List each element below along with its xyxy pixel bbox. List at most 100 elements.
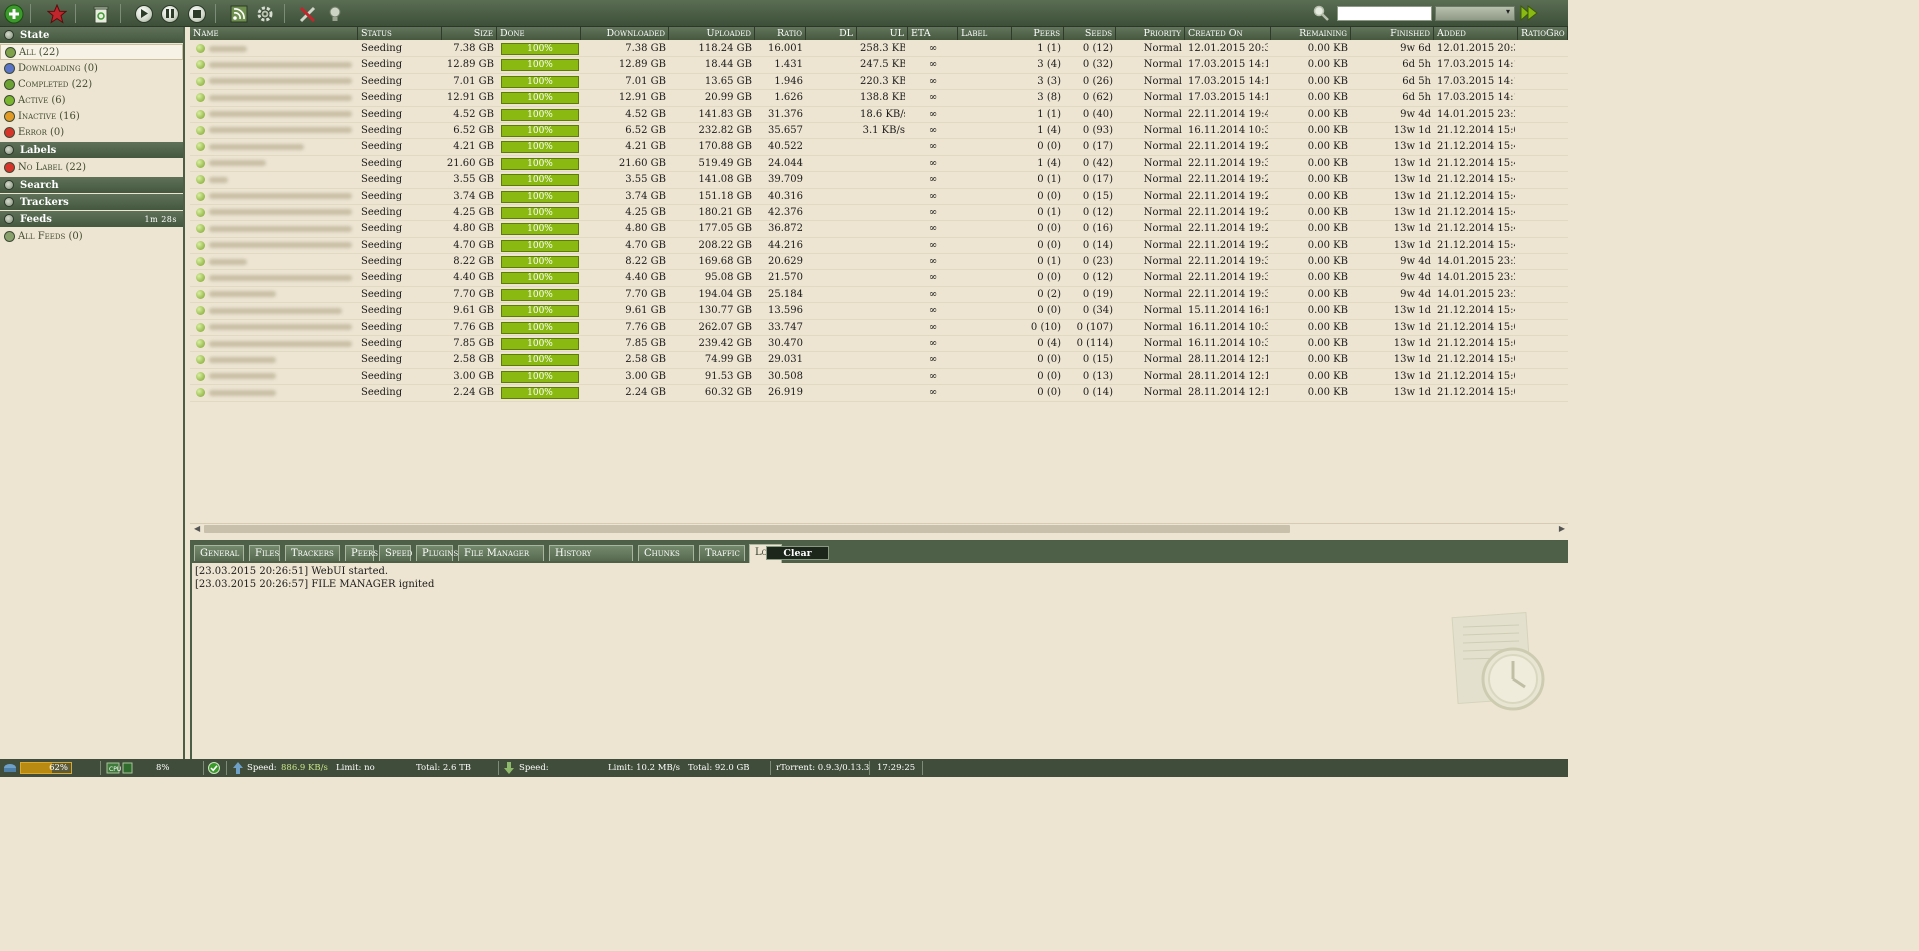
table-row[interactable]: Seeding 4.25 GB 100% 4.25 GB 180.21 GB 42.376… xyxy=(190,205,1568,222)
cell-downloaded: 4.70 GB xyxy=(625,239,666,251)
tab-general[interactable]: General xyxy=(194,545,244,561)
cell-size: 7.01 GB xyxy=(453,75,494,87)
tab-trackers[interactable]: Trackers xyxy=(285,545,340,561)
scroll-right-icon[interactable]: ▶ xyxy=(1559,524,1565,533)
column-header-added[interactable]: Added xyxy=(1434,27,1518,40)
cell-eta: ∞ xyxy=(928,92,938,104)
table-row[interactable]: Seeding 21.60 GB 100% 21.60 GB 519.49 GB 24.0… xyxy=(190,156,1568,173)
stop-button[interactable] xyxy=(186,3,207,24)
tab-history[interactable]: History xyxy=(549,545,633,561)
label-item-0[interactable]: No Label (22) xyxy=(0,159,183,175)
column-header-name[interactable]: Name xyxy=(190,27,358,40)
settings-button[interactable] xyxy=(254,3,275,24)
start-button[interactable] xyxy=(133,3,154,24)
cell-status: Seeding xyxy=(361,288,403,300)
cell-peers: 1 (4) xyxy=(1037,124,1061,136)
add-torrent-button[interactable] xyxy=(3,3,24,24)
clear-log-button[interactable]: Clear xyxy=(766,546,829,560)
state-item-2[interactable]: Completed (22) xyxy=(0,76,183,92)
table-row[interactable]: Seeding 4.70 GB 100% 4.70 GB 208.22 GB 44.216… xyxy=(190,238,1568,255)
column-header-remaining[interactable]: Remaining xyxy=(1271,27,1351,40)
table-row[interactable]: Seeding 6.52 GB 100% 6.52 GB 232.82 GB 35.657… xyxy=(190,123,1568,140)
state-item-5[interactable]: Error (0) xyxy=(0,124,183,140)
table-row[interactable]: Seeding 7.38 GB 100% 7.38 GB 118.24 GB 16.001… xyxy=(190,41,1568,58)
download-limit[interactable]: Limit: 10.2 MB/s xyxy=(608,759,680,777)
tab-files[interactable]: Files xyxy=(249,545,280,561)
search-engine-select[interactable]: ▾ xyxy=(1435,6,1515,21)
table-row[interactable]: Seeding 7.01 GB 100% 7.01 GB 13.65 GB 1.946 22… xyxy=(190,74,1568,91)
table-row[interactable]: Seeding 12.91 GB 100% 12.91 GB 20.99 GB 1.626… xyxy=(190,90,1568,107)
table-row[interactable]: Seeding 7.70 GB 100% 7.70 GB 194.04 GB 25.184… xyxy=(190,287,1568,304)
table-row[interactable]: Seeding 7.76 GB 100% 7.76 GB 262.07 GB 33.747… xyxy=(190,320,1568,337)
column-header-done[interactable]: Done xyxy=(497,27,581,40)
column-header-label[interactable]: Label xyxy=(958,27,1012,40)
search-input[interactable] xyxy=(1337,6,1432,21)
column-header-created-on[interactable]: Created On xyxy=(1185,27,1271,40)
upload-limit[interactable]: Limit: no xyxy=(336,759,375,777)
tab-plugins[interactable]: Plugins xyxy=(416,545,458,561)
tab-traffic[interactable]: Traffic xyxy=(699,545,745,561)
trackers-header[interactable]: Trackers xyxy=(0,194,183,210)
tab-speed[interactable]: Speed xyxy=(379,545,412,561)
collapse-icon xyxy=(4,145,14,155)
column-header-priority[interactable]: Priority xyxy=(1116,27,1185,40)
feed-item-0[interactable]: All Feeds (0) xyxy=(0,228,183,244)
recycle-button[interactable] xyxy=(90,3,111,24)
tab-peers[interactable]: Peers xyxy=(345,545,378,561)
pause-button[interactable] xyxy=(159,3,180,24)
column-header-size[interactable]: Size xyxy=(442,27,497,40)
column-header-status[interactable]: Status xyxy=(358,27,442,40)
help-button[interactable] xyxy=(324,3,345,24)
table-row[interactable]: Seeding 3.00 GB 100% 3.00 GB 91.53 GB 30.508 ∞… xyxy=(190,369,1568,386)
table-row[interactable]: Seeding 7.85 GB 100% 7.85 GB 239.42 GB 30.470… xyxy=(190,336,1568,353)
rss-button[interactable] xyxy=(228,3,249,24)
table-row[interactable]: Seeding 4.52 GB 100% 4.52 GB 141.83 GB 31.376… xyxy=(190,107,1568,123)
table-row[interactable]: Seeding 9.61 GB 100% 9.61 GB 130.77 GB 13.596… xyxy=(190,303,1568,320)
table-row[interactable]: Seeding 4.40 GB 100% 4.40 GB 95.08 GB 21.570 ∞… xyxy=(190,270,1568,287)
column-header-peers[interactable]: Peers xyxy=(1012,27,1064,40)
torrent-name xyxy=(190,190,358,204)
cell-peers: 0 (1) xyxy=(1037,174,1061,186)
cell-size: 7.70 GB xyxy=(453,288,494,300)
cell-seeds: 0 (16) xyxy=(1082,223,1113,235)
search-go-button[interactable] xyxy=(1520,4,1538,22)
table-row[interactable]: Seeding 12.89 GB 100% 12.89 GB 18.44 GB 1.431… xyxy=(190,57,1568,74)
cell-seeds: 0 (114) xyxy=(1076,338,1113,350)
tab-file-manager[interactable]: File Manager xyxy=(458,545,544,561)
search-header[interactable]: Search xyxy=(0,177,183,193)
seeding-icon xyxy=(196,142,205,152)
column-header-finished[interactable]: Finished xyxy=(1351,27,1434,40)
horizontal-scrollbar[interactable]: ◀ ▶ xyxy=(190,523,1568,533)
table-row[interactable]: Seeding 3.55 GB 100% 3.55 GB 141.08 GB 39.709… xyxy=(190,172,1568,189)
table-row[interactable]: Seeding 3.74 GB 100% 3.74 GB 151.18 GB 40.316… xyxy=(190,189,1568,205)
cell-eta: ∞ xyxy=(928,272,938,284)
state-item-4[interactable]: Inactive (16) xyxy=(0,108,183,124)
column-header-ratio[interactable]: Ratio xyxy=(755,27,806,40)
table-row[interactable]: Seeding 2.24 GB 100% 2.24 GB 60.32 GB 26.919 ∞… xyxy=(190,385,1568,402)
scrollbar-thumb[interactable] xyxy=(204,525,1290,533)
cell-size: 7.85 GB xyxy=(453,338,494,350)
table-row[interactable]: Seeding 8.22 GB 100% 8.22 GB 169.68 GB 20.629… xyxy=(190,254,1568,271)
tools-button[interactable] xyxy=(297,3,318,24)
progress-bar: 100% xyxy=(501,174,579,187)
cell-ul xyxy=(860,222,905,236)
column-header-uploaded[interactable]: Uploaded xyxy=(669,27,755,40)
column-header-ratiogro[interactable]: RatioGro xyxy=(1518,27,1568,40)
state-header[interactable]: State xyxy=(0,27,183,43)
add-favorite-button[interactable] xyxy=(46,3,67,24)
column-header-downloaded[interactable]: Downloaded xyxy=(581,27,669,40)
state-item-3[interactable]: Active (6) xyxy=(0,92,183,108)
state-item-1[interactable]: Downloading (0) xyxy=(0,60,183,76)
column-header-dl[interactable]: DL xyxy=(806,27,857,40)
column-header-ul[interactable]: UL xyxy=(857,27,908,40)
column-header-eta[interactable]: ETA xyxy=(908,27,958,40)
table-row[interactable]: Seeding 4.21 GB 100% 4.21 GB 170.88 GB 40.522… xyxy=(190,139,1568,156)
tab-chunks[interactable]: Chunks xyxy=(638,545,694,561)
table-row[interactable]: Seeding 4.80 GB 100% 4.80 GB 177.05 GB 36.872… xyxy=(190,221,1568,238)
state-item-0[interactable]: All (22) xyxy=(0,44,183,60)
column-header-seeds[interactable]: Seeds xyxy=(1064,27,1116,40)
feeds-header[interactable]: Feeds 1m 28s xyxy=(0,211,183,227)
scroll-left-icon[interactable]: ◀ xyxy=(194,524,200,533)
labels-header[interactable]: Labels xyxy=(0,142,183,158)
table-row[interactable]: Seeding 2.58 GB 100% 2.58 GB 74.99 GB 29.031 ∞… xyxy=(190,352,1568,369)
